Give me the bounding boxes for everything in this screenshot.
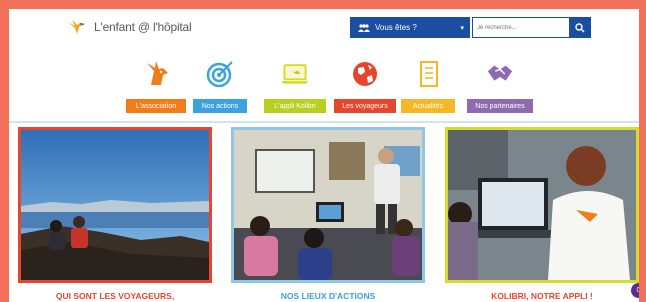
page: L'enfant @ l'hôpital Vous êtes ? ▾ L'ass…	[9, 9, 639, 302]
site-logo[interactable]: L'enfant @ l'hôpital	[66, 18, 192, 36]
nav-label-actualites: Actualités	[401, 99, 455, 113]
laptop-icon	[280, 59, 310, 89]
nav-label-partenaires: Nos partenaires	[467, 99, 533, 113]
card-title-kolibri[interactable]: KOLIBRI, NOTRE APPLI !	[445, 291, 639, 301]
nav-item-partenaires[interactable]: Nos partenaires	[466, 59, 534, 113]
classroom-photo	[234, 130, 422, 280]
who-are-you-button[interactable]: Vous êtes ? ▾	[350, 17, 470, 38]
voyageurs-photo	[21, 130, 209, 280]
unicorn-icon	[141, 59, 171, 89]
kolibri-app-photo	[448, 130, 636, 280]
section-divider	[9, 121, 639, 123]
card-title-lieux-actions[interactable]: NOS LIEUX D'ACTIONS	[231, 291, 425, 301]
card-lieux-actions[interactable]	[231, 127, 425, 283]
nav-item-actualites[interactable]: Actualités	[400, 59, 456, 113]
chevron-down-icon: ▾	[460, 24, 464, 32]
search-icon	[575, 22, 585, 32]
card-voyageurs[interactable]	[18, 127, 212, 283]
hummingbird-logo-icon	[68, 19, 85, 34]
search-input[interactable]	[472, 17, 569, 38]
nav-label-association: L'association	[126, 99, 186, 113]
nav-label-kolibri: L'appli Kolibri	[264, 99, 326, 113]
nav-item-association[interactable]: L'association	[123, 59, 189, 113]
users-icon	[358, 23, 370, 32]
nav-label-actions: Nos actions	[193, 99, 247, 113]
newspaper-icon	[413, 59, 443, 89]
search-button[interactable]	[569, 17, 591, 38]
nav-label-voyageurs: Les voyageurs	[334, 99, 396, 113]
who-are-you-label: Vous êtes ?	[375, 23, 417, 32]
nav-item-kolibri[interactable]: L'appli Kolibri	[262, 59, 328, 113]
target-icon	[205, 59, 235, 89]
logo-text: L'enfant @ l'hôpital	[94, 20, 192, 34]
card-kolibri[interactable]	[445, 127, 639, 283]
notification-badge[interactable]: 0	[631, 283, 639, 298]
globe-icon	[350, 59, 380, 89]
handshake-icon	[485, 59, 515, 89]
nav-item-voyageurs[interactable]: Les voyageurs	[334, 59, 396, 113]
card-title-voyageurs[interactable]: QUI SONT LES VOYAGEURS,	[18, 291, 212, 301]
nav-item-actions[interactable]: Nos actions	[191, 59, 249, 113]
